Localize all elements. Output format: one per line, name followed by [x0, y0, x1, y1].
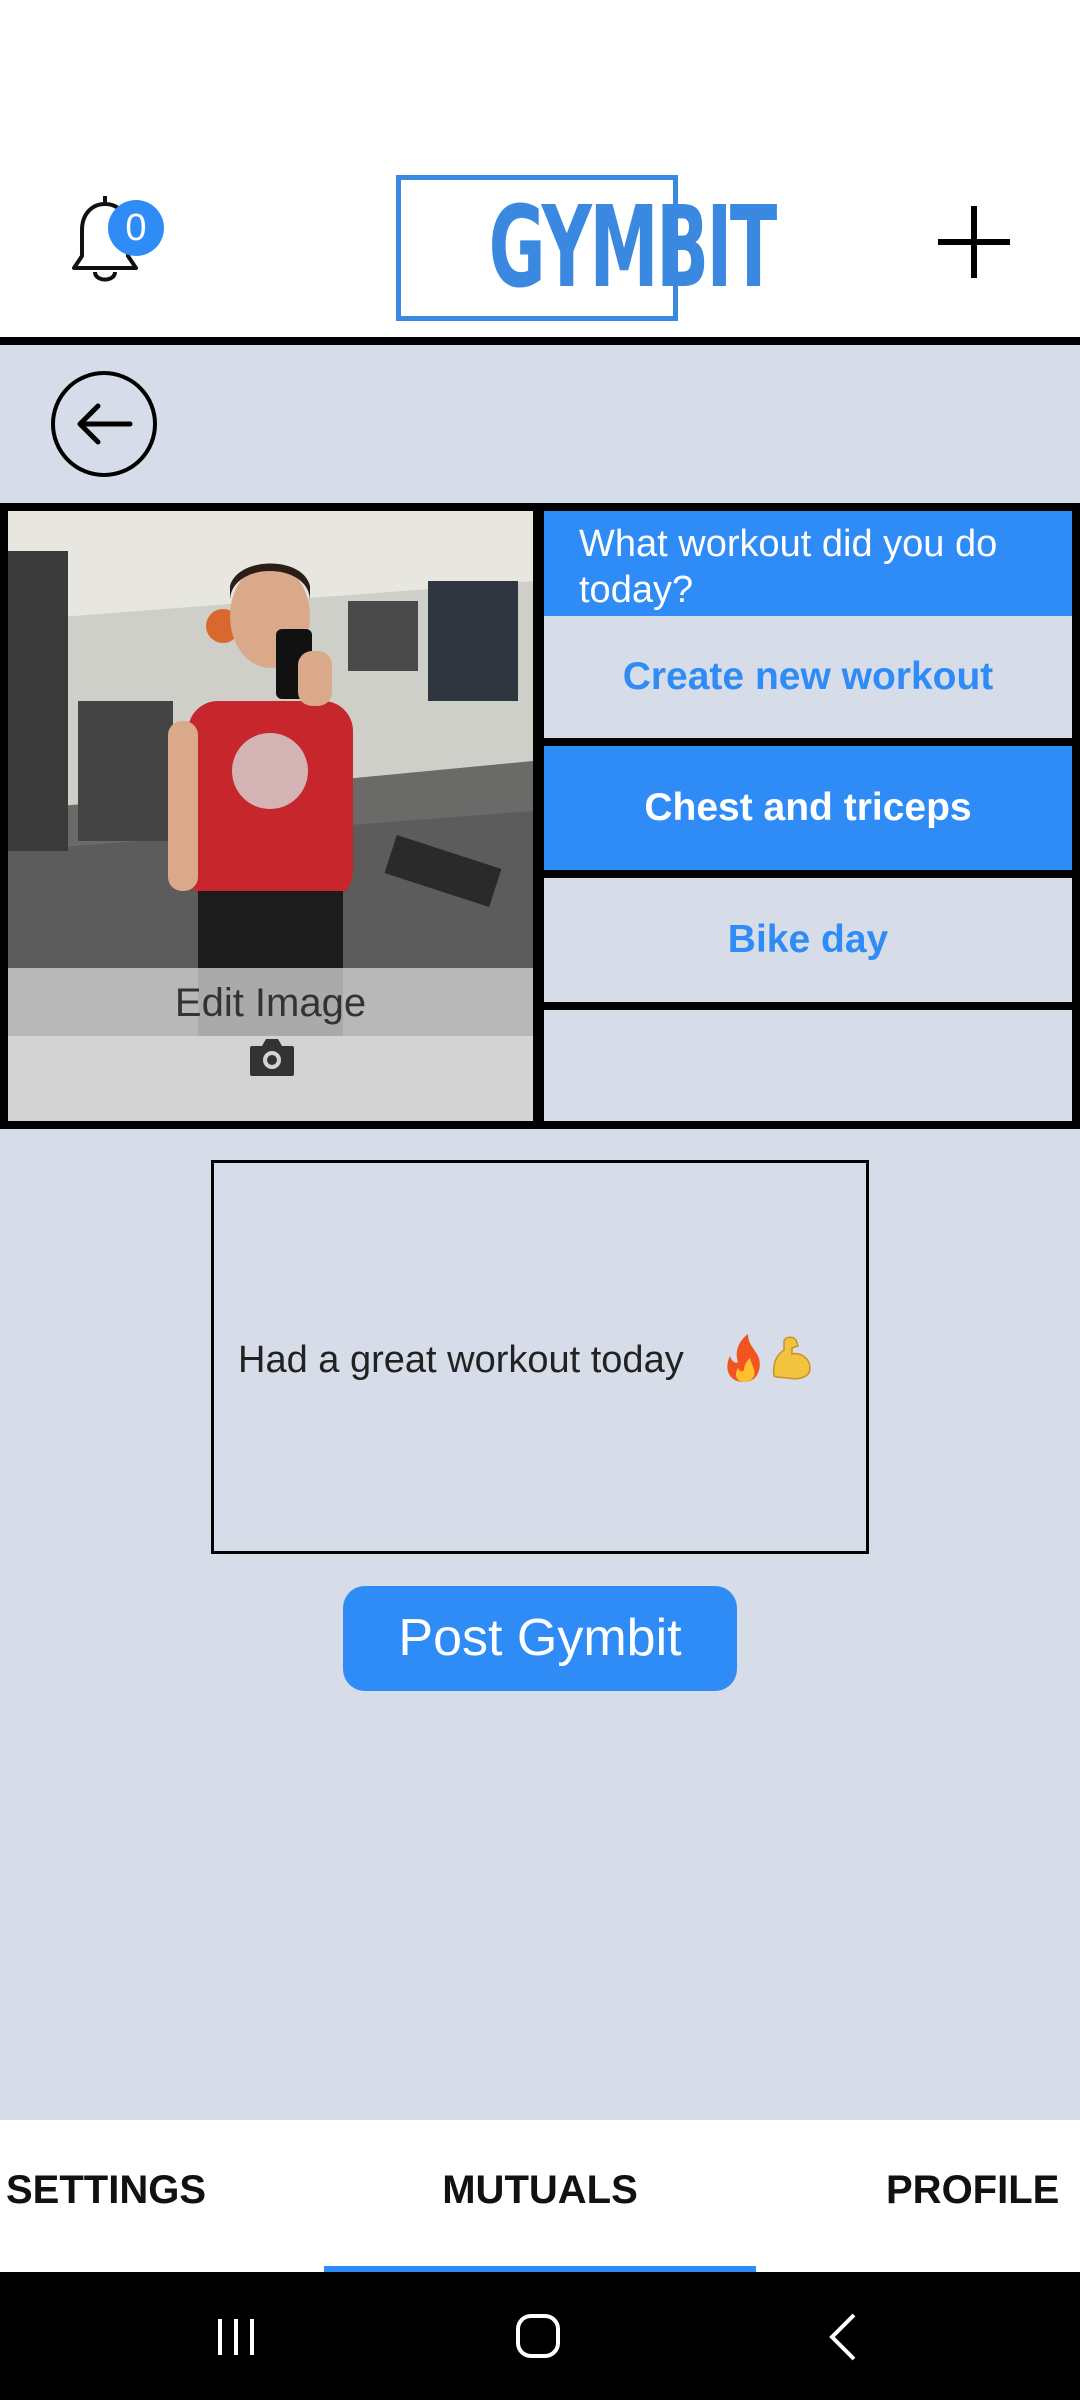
photo-panel[interactable]: Edit Image [8, 511, 533, 1121]
tab-profile[interactable]: PROFILE [886, 2160, 1059, 2220]
recent-apps-button[interactable] [214, 2317, 258, 2357]
plus-icon [938, 206, 1010, 278]
edit-image-button[interactable] [248, 1036, 296, 1078]
chevron-left-icon [829, 2313, 856, 2361]
workout-photo [8, 511, 533, 1036]
flexed-biceps-icon [772, 1336, 811, 1380]
gymbit-logo: GYMBIT [396, 175, 777, 321]
back-button[interactable] [50, 370, 158, 478]
workout-question: What workout did you do today? [544, 511, 1072, 616]
camera-icon [250, 1039, 294, 1076]
fire-icon [727, 1334, 760, 1382]
workout-option-chest-and-triceps[interactable]: Chest and triceps [544, 746, 1072, 870]
home-button[interactable] [515, 2313, 561, 2359]
arrow-left-icon [51, 371, 157, 477]
notification-badge: 0 [108, 200, 164, 256]
caption-text: Had a great workout today [238, 1339, 684, 1381]
post-gymbit-button[interactable]: Post Gymbit [343, 1586, 737, 1691]
header-divider [0, 337, 1080, 345]
workout-option-empty[interactable] [544, 1010, 1072, 1121]
system-back-button[interactable] [822, 2312, 862, 2362]
option-divider [544, 1002, 1072, 1010]
edit-image-label: Edit Image [174, 981, 367, 1025]
home-icon [516, 2314, 560, 2358]
logo-text: GYMBIT [488, 183, 778, 313]
caption-emoji [722, 1332, 814, 1384]
workout-option-bike-day[interactable]: Bike day [544, 878, 1072, 1002]
add-button[interactable] [934, 202, 1014, 282]
option-divider [544, 738, 1072, 746]
option-divider [544, 870, 1072, 878]
create-new-workout-button[interactable]: Create new workout [544, 616, 1072, 738]
recent-apps-icon [218, 2319, 254, 2355]
